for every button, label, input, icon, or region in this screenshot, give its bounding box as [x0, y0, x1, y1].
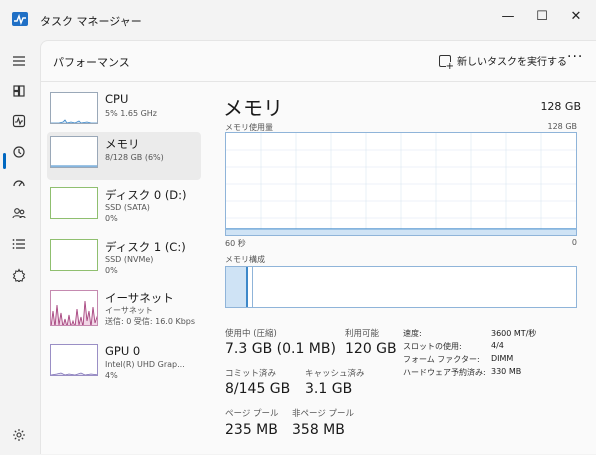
users-icon[interactable] [8, 202, 30, 224]
resource-item-ethernet[interactable]: イーサネット イーサネット 送信: 0 受信: 16.0 Kbps [47, 286, 201, 342]
speed-value: 3600 MT/秒 [491, 329, 537, 338]
hardware-reserved-label: ハードウェア予約済み: [403, 368, 486, 377]
committed-label: コミット済み [225, 369, 277, 379]
resource-name: GPU 0 [105, 344, 141, 358]
performance-icon[interactable] [8, 110, 30, 132]
slots-value: 4/4 [491, 341, 504, 350]
resource-item-disk-1[interactable]: ディスク 1 (C:) SSD (NVMe) 0% [47, 235, 201, 283]
resource-detail: 5% 1.65 GHz [105, 109, 158, 118]
resource-item-cpu[interactable]: CPU 5% 1.65 GHz [47, 88, 201, 136]
minimize-icon: — [501, 8, 515, 24]
disk-0-thumbnail-graph [50, 187, 98, 219]
main-content: パフォーマンス 新しいタスクを実行する ··· CPU 5% 1.65 GHz [40, 40, 596, 454]
window-title: タスク マネージャー [40, 15, 142, 28]
in-use-value: 7.3 GB (0.1 MB) [225, 341, 336, 357]
cached-label: キャッシュ済み [305, 369, 365, 379]
graph-time-end: 0 [571, 238, 577, 247]
task-manager-app-icon [12, 12, 28, 26]
close-button[interactable]: ✕ [562, 6, 590, 26]
memory-composition-bar [225, 266, 577, 308]
hardware-reserved-value: 330 MB [491, 367, 522, 376]
resource-detail: SSD (SATA) [105, 203, 150, 212]
left-navigation [0, 40, 40, 454]
processes-icon[interactable] [8, 80, 30, 102]
slots-label: スロットの使用: [403, 342, 462, 351]
composition-modified [248, 267, 253, 307]
detail-title: メモリ [223, 96, 283, 120]
services-icon[interactable] [8, 264, 30, 286]
nonpaged-pool-value: 358 MB [292, 422, 345, 438]
form-factor-label: フォーム ファクター: [403, 355, 480, 364]
paged-pool-value: 235 MB [225, 422, 278, 438]
gpu-thumbnail-graph [50, 344, 98, 376]
maximize-button[interactable]: ☐ [528, 6, 556, 26]
paged-pool-label: ページ プール [225, 409, 279, 419]
resource-detail: Intel(R) UHD Grap... [105, 360, 185, 369]
title-bar: タスク マネージャー — ☐ ✕ [0, 0, 596, 40]
resource-item-memory[interactable]: メモリ 8/128 GB (6%) [47, 132, 201, 180]
form-factor-value: DIMM [491, 354, 514, 363]
memory-usage-area [226, 228, 576, 235]
available-label: 利用可能 [345, 329, 380, 339]
resource-list: CPU 5% 1.65 GHz メモリ 8/128 GB (6%) ディスク 0… [41, 82, 203, 455]
new-task-icon [439, 54, 454, 72]
resource-throughput: 送信: 0 受信: 16.0 Kbps [105, 317, 196, 326]
graph-time-start: 60 秒 [225, 239, 246, 248]
close-icon: ✕ [570, 8, 582, 24]
committed-value: 8/145 GB [225, 381, 291, 397]
resource-name: メモリ [105, 137, 140, 151]
in-use-label: 使用中 (圧縮) [225, 329, 277, 339]
settings-icon[interactable] [8, 424, 30, 446]
usage-graph-max: 128 GB [547, 122, 578, 131]
resource-usage: 0% [105, 214, 118, 223]
details-icon[interactable] [8, 233, 30, 255]
composition-label: メモリ構成 [225, 255, 265, 264]
memory-thumbnail-graph [50, 136, 98, 168]
more-options-button[interactable]: ··· [567, 49, 583, 65]
resource-detail: 8/128 GB (6%) [105, 153, 164, 162]
disk-1-thumbnail-graph [50, 239, 98, 271]
startup-icon[interactable] [8, 172, 30, 194]
resource-detail: イーサネット [105, 306, 153, 315]
detail-total: 128 GB [540, 100, 581, 113]
memory-detail-pane: メモリ 128 GB メモリ使用量 128 GB 60 秒 0 メモリ構成 使用… [221, 82, 581, 455]
speed-label: 速度: [403, 329, 422, 338]
resource-detail: SSD (NVMe) [105, 255, 154, 264]
resource-name: イーサネット [105, 291, 174, 305]
resource-usage: 4% [105, 371, 118, 380]
app-history-icon[interactable] [8, 141, 30, 163]
resource-item-gpu-0[interactable]: GPU 0 Intel(R) UHD Grap... 4% [47, 340, 201, 388]
page-header: パフォーマンス 新しいタスクを実行する ··· [41, 41, 596, 82]
resource-name: ディスク 1 (C:) [105, 240, 186, 254]
resource-name: CPU [105, 92, 129, 106]
minimize-button[interactable]: — [494, 6, 522, 26]
resource-item-disk-0[interactable]: ディスク 0 (D:) SSD (SATA) 0% [47, 183, 201, 231]
new-task-button[interactable]: 新しいタスクを実行する [439, 53, 567, 72]
cpu-thumbnail-graph [50, 92, 98, 124]
available-value: 120 GB [345, 341, 397, 357]
resource-usage: 0% [105, 266, 118, 275]
resource-name: ディスク 0 (D:) [105, 188, 187, 202]
memory-usage-graph [225, 132, 577, 236]
hamburger-icon[interactable] [8, 50, 30, 72]
nonpaged-pool-label: 非ページ プール [292, 409, 355, 419]
new-task-label: 新しいタスクを実行する [457, 57, 567, 68]
ethernet-thumbnail-graph [50, 290, 98, 326]
cached-value: 3.1 GB [305, 381, 353, 397]
nav-selection-indicator [3, 153, 6, 169]
page-title: パフォーマンス [53, 56, 130, 69]
composition-in-use [226, 267, 248, 307]
maximize-icon: ☐ [536, 8, 548, 24]
